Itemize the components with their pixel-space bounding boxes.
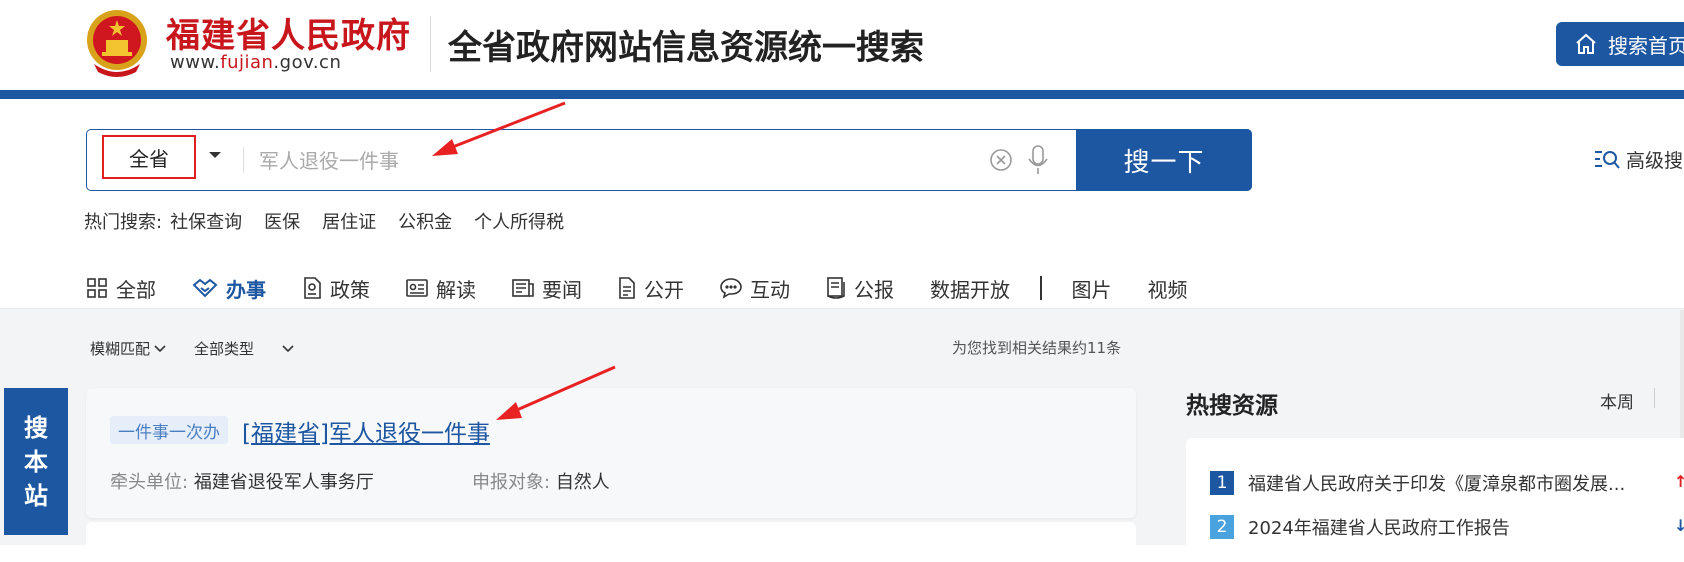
chevron-down-icon [282, 344, 294, 352]
result-card [86, 522, 1136, 562]
trend-up-icon: ↑ [1674, 472, 1684, 491]
result-title-link[interactable]: [福建省]军人退役一件事 [242, 414, 490, 448]
tab-policy[interactable]: 政策 [302, 268, 370, 308]
tab-news[interactable]: 要闻 [512, 268, 582, 308]
match-mode-dropdown[interactable]: 模糊匹配 [90, 338, 166, 359]
hot-resources-title: 热搜资源 [1186, 393, 1278, 419]
tab-all[interactable]: 全部 [86, 268, 156, 308]
tab-interaction[interactable]: 互动 [720, 268, 790, 308]
policy-document-icon [304, 277, 321, 299]
tab-gazette[interactable]: 公报 [826, 268, 894, 308]
period-divider [1654, 388, 1655, 408]
result-count: 为您找到相关结果约11条 [952, 339, 1122, 357]
tab-videos[interactable]: 视频 [1148, 268, 1188, 308]
logo-url: www.fujian.gov.cn [170, 52, 342, 73]
tabs-divider [1040, 276, 1042, 300]
grid-icon [87, 278, 107, 298]
rank-badge: 2 [1210, 515, 1234, 539]
file-icon [619, 277, 635, 299]
hot-search-item[interactable]: 社保查询 [170, 208, 242, 234]
tab-open-data[interactable]: 数据开放 [930, 268, 1010, 308]
hot-search-label: 热门搜索: [84, 212, 163, 233]
hot-search-bar: 热门搜索: 社保查询 医保 居住证 公积金 个人所得税 [84, 208, 564, 234]
hot-resources-panel: 1 福建省人民政府关于印发《厦漳泉都市圈发展... ↑ 2 2024年福建省人民… [1186, 438, 1684, 558]
search-home-button[interactable]: 搜索首页 [1556, 22, 1684, 66]
category-tabs: 全部 办事 政策 解读 要闻 公开 互动 公报 数据开放 图片 视频 [86, 268, 1224, 314]
period-tab-week[interactable]: 本周 [1600, 388, 1634, 413]
trend-down-icon: ↓ [1674, 516, 1684, 535]
result-card: 一件事一次办 [福建省]军人退役一件事 牵头单位: 福建省退役军人事务厅 申报对… [86, 388, 1136, 518]
id-card-icon [406, 279, 428, 297]
advanced-search-link[interactable]: 高级搜索 [1594, 146, 1684, 173]
page-header: 福建省人民政府 www.fujian.gov.cn 全省政府网站信息资源统一搜索… [0, 0, 1684, 90]
search-button[interactable]: 搜一下 [1076, 129, 1252, 191]
microphone-icon[interactable] [1027, 144, 1049, 176]
type-dropdown[interactable]: 全部类型 [194, 338, 294, 359]
tab-images[interactable]: 图片 [1072, 268, 1112, 308]
chevron-down-icon[interactable] [209, 152, 221, 158]
result-dept: 牵头单位: 福建省退役军人事务厅 [110, 472, 374, 493]
newspaper-icon [512, 279, 534, 297]
header-divider [430, 16, 431, 72]
hot-search-item[interactable]: 居住证 [322, 208, 376, 234]
advanced-search-icon [1595, 150, 1620, 169]
header-accent-bar [0, 90, 1684, 99]
national-emblem-icon [87, 10, 147, 77]
tab-interpretation[interactable]: 解读 [406, 268, 476, 308]
chevron-down-icon [154, 344, 166, 352]
clear-icon[interactable] [989, 148, 1013, 172]
hot-search-item[interactable]: 医保 [264, 208, 300, 234]
tab-public[interactable]: 公开 [618, 268, 684, 308]
home-icon [1576, 33, 1596, 54]
hot-resource-item[interactable]: 2 2024年福建省人民政府工作报告 [1210, 514, 1510, 540]
search-divider [243, 147, 244, 173]
filter-bar: 模糊匹配 全部类型 [90, 338, 322, 359]
result-tag: 一件事一次办 [110, 416, 228, 444]
site-title: 全省政府网站信息资源统一搜索 [448, 28, 924, 68]
gazette-icon [827, 277, 845, 299]
hot-resource-item[interactable]: 1 福建省人民政府关于印发《厦漳泉都市圈发展... [1210, 470, 1625, 496]
chat-bubble-icon [720, 278, 742, 299]
hot-search-item[interactable]: 公积金 [398, 208, 452, 234]
tab-services[interactable]: 办事 [192, 268, 266, 314]
scope-select[interactable]: 全省 [102, 135, 196, 179]
rank-badge: 1 [1210, 471, 1234, 495]
logo-name[interactable]: 福建省人民政府 [166, 8, 411, 57]
hot-search-item[interactable]: 个人所得税 [474, 208, 564, 234]
search-input[interactable] [257, 140, 1061, 182]
result-target: 申报对象: 自然人 [472, 472, 610, 493]
search-this-site-button[interactable]: 搜 本 站 [4, 388, 68, 535]
handshake-icon [192, 278, 218, 298]
